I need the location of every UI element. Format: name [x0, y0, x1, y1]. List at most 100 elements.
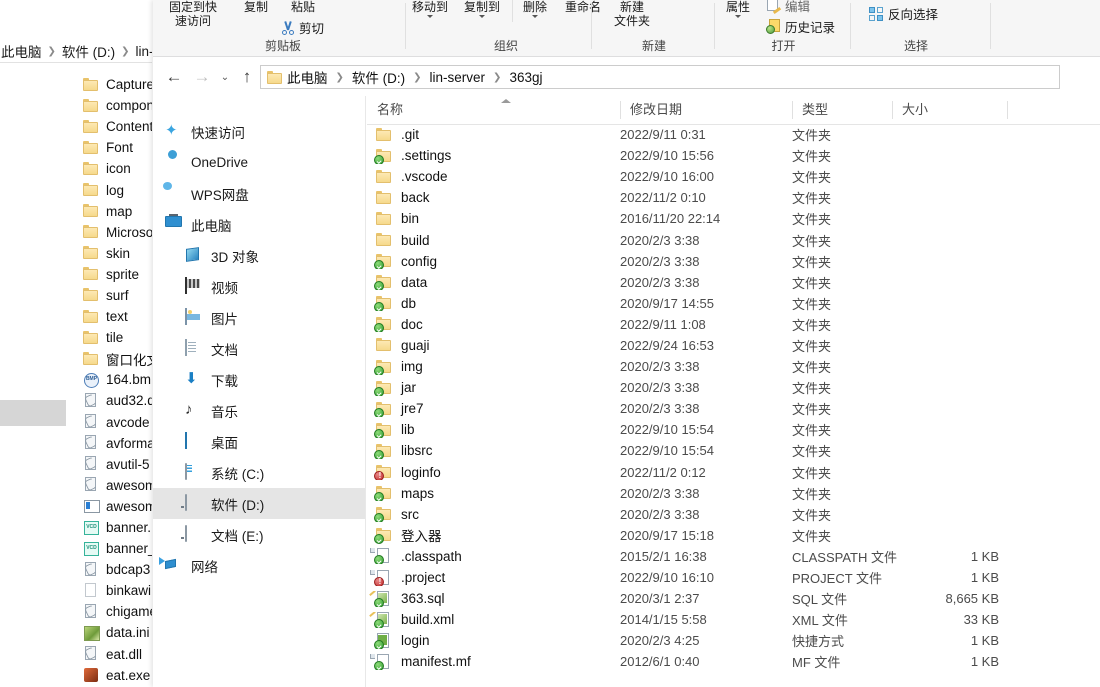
cell-name[interactable]: login — [367, 632, 620, 649]
cell-name[interactable]: maps — [367, 485, 620, 502]
pin-to-quick-access-button[interactable]: 固定到快 速访问 — [157, 0, 229, 28]
list-item[interactable]: data.ini — [0, 622, 152, 643]
new-folder-button[interactable]: 新建 文件夹 — [602, 0, 662, 28]
table-row[interactable]: 登入器 2020/9/17 15:18 文件夹 — [367, 525, 1100, 546]
list-item[interactable]: bdcap3 — [0, 559, 152, 580]
list-item[interactable]: chigame — [0, 601, 152, 622]
list-item[interactable]: avutil-5 — [0, 454, 152, 475]
column-header-row[interactable]: 名称 修改日期 类型 大小 — [367, 96, 1100, 125]
history-button[interactable]: 历史记录 — [766, 17, 835, 36]
list-item[interactable]: VCD banner_ — [0, 538, 152, 559]
table-row[interactable]: .vscode 2022/9/10 16:00 文件夹 — [367, 166, 1100, 187]
table-row[interactable]: db 2020/9/17 14:55 文件夹 — [367, 293, 1100, 314]
table-row[interactable]: back 2022/11/2 0:10 文件夹 — [367, 187, 1100, 208]
nav-item-OneDrive[interactable]: OneDrive — [153, 147, 365, 178]
cell-name[interactable]: db — [367, 295, 620, 312]
table-row[interactable]: config 2020/2/3 3:38 文件夹 — [367, 251, 1100, 272]
table-row[interactable]: guaji 2022/9/24 16:53 文件夹 — [367, 335, 1100, 356]
list-item[interactable]: sprite — [0, 264, 152, 285]
ribbon-toolbar[interactable]: 固定到快 速访问 复制 粘贴 剪切 剪贴板 移动到 复制到 删除 重命名 组织 … — [153, 0, 1100, 57]
cell-name[interactable]: doc — [367, 316, 620, 333]
cell-name[interactable]: lib — [367, 422, 620, 438]
table-row[interactable]: maps 2020/2/3 3:38 文件夹 — [367, 483, 1100, 504]
nav-item-WPS网盘[interactable]: WPS网盘 — [153, 178, 365, 209]
list-item[interactable]: avforma — [0, 433, 152, 454]
chevron-down-icon[interactable]: ⌄ — [215, 67, 235, 87]
cell-name[interactable]: .vscode — [367, 169, 620, 185]
column-header-size[interactable]: 大小 — [892, 96, 1007, 123]
list-item[interactable]: surf — [0, 285, 152, 306]
list-item[interactable]: map — [0, 201, 152, 222]
column-header-type[interactable]: 类型 — [792, 96, 892, 123]
table-row[interactable]: 363.sql 2020/3/1 2:37 SQL 文件 8,665 KB — [367, 588, 1100, 609]
up-arrow-icon[interactable]: ↑ — [237, 67, 257, 87]
edit-button[interactable]: 编辑 — [766, 0, 810, 15]
nav-item-网络[interactable]: 网络 — [153, 550, 365, 581]
list-item[interactable]: log — [0, 179, 152, 200]
cell-name[interactable]: loginfo — [367, 464, 620, 481]
nav-item-音乐[interactable]: ♪ 音乐 — [153, 395, 365, 426]
chevron-down-icon[interactable] — [532, 15, 538, 18]
nav-item-视频[interactable]: 视频 — [153, 271, 365, 302]
cell-name[interactable]: libsrc — [367, 443, 620, 459]
list-item[interactable]: tile — [0, 327, 152, 348]
back-arrow-icon[interactable]: ← — [164, 67, 184, 87]
cell-name[interactable]: 登入器 — [367, 525, 620, 545]
list-item[interactable]: Capture — [0, 74, 152, 95]
table-row[interactable]: build 2020/2/3 3:38 文件夹 — [367, 229, 1100, 250]
nav-item-快速访问[interactable]: ✦ 快速访问 — [153, 116, 365, 147]
table-row[interactable]: doc 2022/9/11 1:08 文件夹 — [367, 314, 1100, 335]
list-item[interactable]: awesom — [0, 475, 152, 496]
cell-name[interactable]: back — [367, 190, 620, 206]
column-divider[interactable] — [1007, 101, 1008, 119]
list-item[interactable]: awesom — [0, 496, 152, 517]
table-row[interactable]: libsrc 2022/9/10 15:54 文件夹 — [367, 440, 1100, 461]
list-item[interactable]: Content — [0, 116, 152, 137]
file-rows-container[interactable]: .git 2022/9/11 0:31 文件夹 .settings 2022/9/10 … — [367, 124, 1100, 687]
cell-name[interactable]: 363.sql — [367, 590, 620, 607]
cell-name[interactable]: build.xml — [367, 611, 620, 628]
list-item[interactable]: compon — [0, 95, 152, 116]
cell-name[interactable]: .settings — [367, 148, 620, 164]
table-row[interactable]: lib 2022/9/10 15:54 文件夹 — [367, 419, 1100, 440]
list-item[interactable]: 窗口化文 — [0, 348, 152, 369]
move-to-button[interactable]: 移动到 — [406, 0, 454, 18]
column-header-date[interactable]: 修改日期 — [620, 96, 792, 123]
cell-name[interactable]: bin — [367, 211, 620, 227]
list-item[interactable]: text — [0, 306, 152, 327]
copy-button[interactable]: 复制 — [236, 0, 276, 14]
breadcrumb-item[interactable]: 此电脑 — [285, 67, 330, 87]
cell-name[interactable]: img — [367, 359, 620, 375]
cell-name[interactable]: .project — [367, 569, 620, 586]
list-item[interactable]: skin — [0, 243, 152, 264]
properties-button[interactable]: 属性 — [718, 0, 758, 18]
cell-name[interactable]: guaji — [367, 337, 620, 353]
nav-item-文档[interactable]: 文档 — [153, 333, 365, 364]
list-item[interactable]: Font — [0, 137, 152, 158]
file-list-pane[interactable]: 名称 修改日期 类型 大小 .git 2022/9/11 0:31 文件夹 .sett… — [367, 96, 1100, 687]
breadcrumb-item[interactable]: lin-server — [428, 70, 488, 85]
delete-button[interactable]: 删除 — [516, 0, 554, 18]
table-row[interactable]: jar 2020/2/3 3:38 文件夹 — [367, 377, 1100, 398]
chevron-down-icon[interactable] — [479, 15, 485, 18]
cell-name[interactable]: jre7 — [367, 401, 620, 417]
paste-button[interactable]: 粘贴 — [283, 0, 323, 14]
list-item[interactable]: BMP 164.bm — [0, 369, 152, 390]
table-row[interactable]: jre7 2020/2/3 3:38 文件夹 — [367, 398, 1100, 419]
table-row[interactable]: .classpath 2015/2/1 16:38 CLASSPATH 文件 1 KB — [367, 546, 1100, 567]
list-item[interactable]: eat.exe — [0, 665, 152, 686]
chevron-down-icon[interactable] — [427, 15, 433, 18]
background-breadcrumb[interactable]: 此电脑 ❯ 软件 (D:) ❯ lin- — [0, 40, 152, 62]
table-row[interactable]: build.xml 2014/1/15 5:58 XML 文件 33 KB — [367, 609, 1100, 630]
nav-item-此电脑[interactable]: 此电脑 — [153, 209, 365, 240]
cell-name[interactable]: .git — [367, 127, 620, 143]
address-bar[interactable]: 此电脑 ❯ 软件 (D:) ❯ lin-server ❯ 363gj — [260, 65, 1060, 89]
breadcrumb-item[interactable]: 软件 (D:) — [350, 67, 407, 87]
column-header-name[interactable]: 名称 — [367, 96, 620, 123]
invert-selection-button[interactable]: 反向选择 — [869, 4, 938, 23]
breadcrumb-item[interactable]: 363gj — [507, 70, 544, 85]
chevron-down-icon[interactable] — [735, 15, 741, 18]
nav-item-文档 (E:)[interactable]: 文档 (E:) — [153, 519, 365, 550]
table-row[interactable]: bin 2016/11/20 22:14 文件夹 — [367, 208, 1100, 229]
list-item[interactable]: VCD banner. — [0, 517, 152, 538]
